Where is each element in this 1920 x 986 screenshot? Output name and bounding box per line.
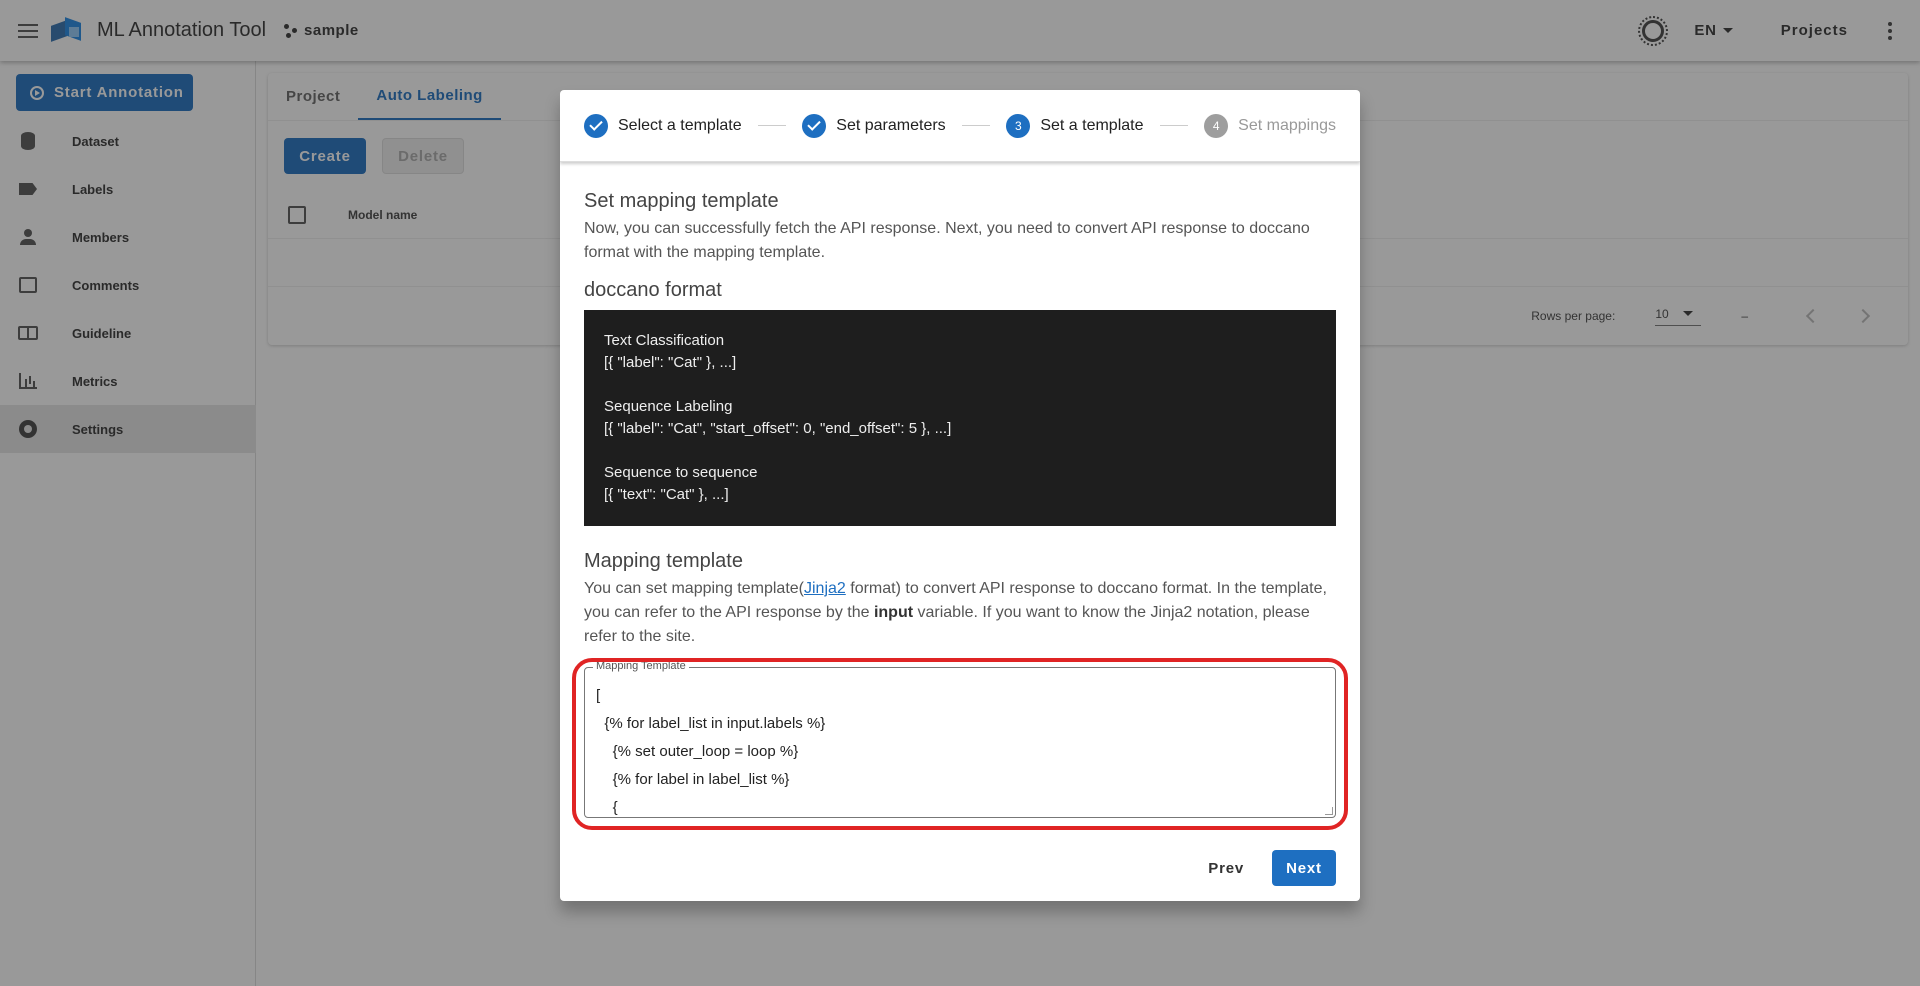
format-s2s-title: Sequence to sequence <box>604 464 758 481</box>
step-number: 3 <box>1006 113 1031 138</box>
step-set-parameters[interactable]: Set parameters <box>802 113 946 138</box>
dialog-actions: Prev Next <box>1194 850 1336 886</box>
format-sl-title: Sequence Labeling <box>604 398 733 415</box>
step-label: Set mappings <box>1238 116 1336 134</box>
step-label: Set parameters <box>836 116 946 134</box>
step-label: Select a template <box>618 116 742 134</box>
step-set-template[interactable]: 3 Set a template <box>1006 113 1144 138</box>
format-s2s-example: [{ "text": "Cat" }, ...] <box>604 486 729 503</box>
mapping-description: You can set mapping template(Jinja2 form… <box>584 577 1336 649</box>
stepper: Select a template Set parameters 3 Set a… <box>560 90 1360 162</box>
step-set-mappings: 4 Set mappings <box>1204 113 1336 138</box>
format-title: doccano format <box>584 279 722 301</box>
prev-button[interactable]: Prev <box>1194 850 1258 886</box>
check-icon <box>584 113 608 138</box>
format-tc-title: Text Classification <box>604 332 725 349</box>
format-tc-example: [{ "label": "Cat" }, ...] <box>604 354 737 371</box>
step-divider <box>757 125 787 126</box>
step-number: 4 <box>1204 113 1229 138</box>
dialog-title: Set mapping template <box>584 190 779 212</box>
step-select-template[interactable]: Select a template <box>584 113 742 138</box>
mapping-title: Mapping template <box>584 550 743 572</box>
mapping-template-label: Mapping Template <box>593 660 689 672</box>
jinja2-link[interactable]: Jinja2 <box>804 580 846 597</box>
format-sl-example: [{ "label": "Cat", "start_offset": 0, "e… <box>604 420 952 437</box>
step-label: Set a template <box>1040 116 1144 134</box>
step-divider <box>1159 125 1189 126</box>
auto-labeling-dialog: Select a template Set parameters 3 Set a… <box>560 90 1360 901</box>
mapping-template-field[interactable]: Mapping Template [ {% for label_list in … <box>584 660 1336 818</box>
format-code-block: Text Classification [{ "label": "Cat" },… <box>584 310 1336 526</box>
resize-handle[interactable] <box>1325 807 1333 815</box>
mapping-desc-part: You can set mapping template( <box>584 580 804 597</box>
next-button[interactable]: Next <box>1272 850 1336 886</box>
mapping-template-textarea[interactable]: [ {% for label_list in input.labels %} {… <box>585 668 1335 817</box>
input-variable: input <box>873 604 914 621</box>
dialog-intro: Now, you can successfully fetch the API … <box>584 220 1310 261</box>
step-divider <box>961 125 991 126</box>
check-icon <box>802 113 827 138</box>
